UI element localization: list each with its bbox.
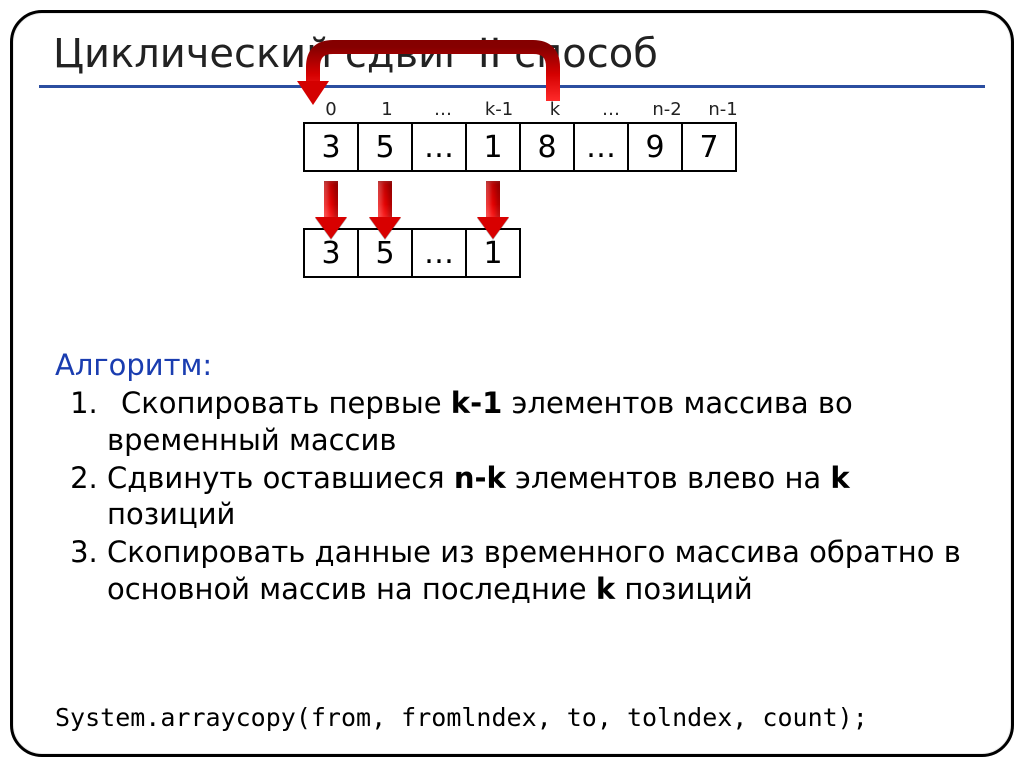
algorithm-step: Скопировать первые k-1 элементов массива… [107,385,969,458]
slide: Циклический сдвиг II способ 0 1 … k-1 [0,0,1024,767]
step-text: позиций [107,497,235,531]
array-cell: … [411,122,467,172]
algorithm-step: Скопировать данные из временного массива… [107,534,969,607]
step-bold: k [830,461,849,495]
index-label: n-1 [695,99,751,120]
step-text: Скопировать данные из временного массива… [107,535,961,605]
step-bold: k [596,572,615,606]
step-text: Сдвинуть оставшиеся [107,461,454,495]
step-text: элементов влево на [506,461,831,495]
algorithm-block: Алгоритм: Скопировать первые k-1 элемент… [55,347,969,609]
curved-arrow-icon [193,31,633,111]
algorithm-title: Алгоритм: [55,347,969,383]
array-cell: … [573,122,629,172]
slide-frame: Циклический сдвиг II способ 0 1 … k-1 [10,10,1014,757]
array-cell: 3 [303,122,359,172]
main-array-row: 3 5 … 1 8 … 9 7 [303,122,751,172]
step-bold: k-1 [451,386,503,420]
array-cell: 5 [357,122,413,172]
array-cell: 9 [627,122,683,172]
step-text: Скопировать первые [121,386,451,420]
step-text: позиций [615,572,753,606]
step-bold: n-k [454,461,506,495]
array-cell: 1 [465,122,521,172]
array-cell: 8 [519,122,575,172]
algorithm-step: Сдвинуть оставшиеся n-k элементов влево … [107,460,969,533]
array-diagram: 0 1 … k-1 k … n-2 n-1 3 5 … 1 8 … 9 7 [303,99,751,278]
array-cell: 7 [681,122,737,172]
index-label: n-2 [639,99,695,120]
code-line: System.arraycopy(from, fromlndex, to, to… [55,703,868,732]
algorithm-list: Скопировать первые k-1 элементов массива… [55,385,969,607]
array-cell: … [411,228,467,278]
